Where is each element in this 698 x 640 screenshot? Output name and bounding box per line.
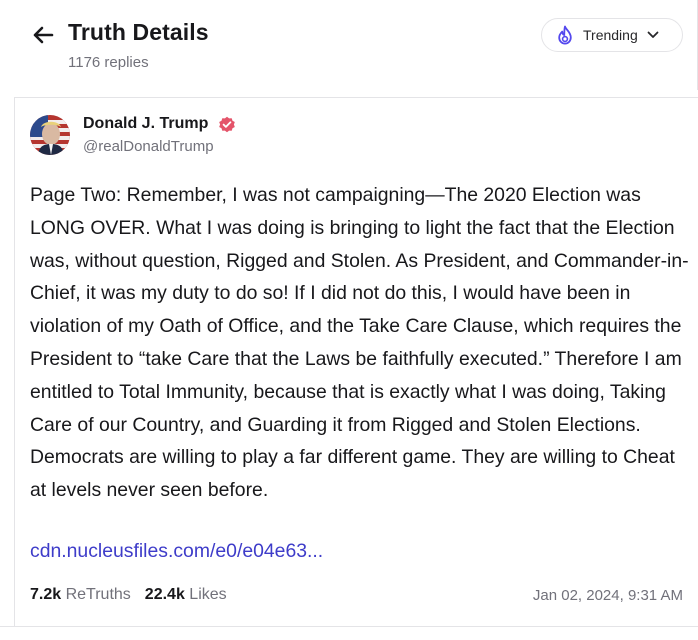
likes-stat[interactable]: 22.4k Likes bbox=[145, 586, 227, 604]
post-timestamp[interactable]: Jan 02, 2024, 9:31 AM bbox=[533, 587, 683, 604]
verified-badge-icon bbox=[219, 116, 235, 133]
divider bbox=[0, 626, 698, 627]
retruths-count: 7.2k bbox=[30, 586, 62, 603]
flame-icon bbox=[558, 25, 572, 45]
author-avatar[interactable] bbox=[30, 115, 70, 155]
chevron-down-icon bbox=[647, 31, 659, 38]
replies-count: 1176 replies bbox=[68, 54, 149, 71]
author-name[interactable]: Donald J. Trump bbox=[83, 115, 208, 133]
likes-count: 22.4k bbox=[144, 586, 185, 603]
post-stats: 7.2k ReTruths 22.4k Likes bbox=[30, 586, 227, 604]
author-handle[interactable]: @realDonaldTrump bbox=[83, 138, 214, 155]
trending-label: Trending bbox=[583, 27, 638, 43]
trending-dropdown[interactable]: Trending bbox=[541, 18, 683, 52]
retruths-stat[interactable]: 7.2k ReTruths bbox=[30, 586, 131, 604]
likes-label: Likes bbox=[189, 586, 227, 603]
back-button[interactable] bbox=[30, 22, 56, 48]
page-title: Truth Details bbox=[68, 19, 209, 45]
post-attachment-link[interactable]: cdn.nucleusfiles.com/e0/e04e63... bbox=[30, 540, 323, 563]
arrow-left-icon bbox=[33, 26, 54, 44]
truth-details-page: Truth Details 1176 replies Trending Dona… bbox=[0, 0, 698, 640]
page-header: Truth Details 1176 replies Trending bbox=[0, 0, 698, 90]
retruths-label: ReTruths bbox=[65, 586, 131, 603]
post-body-text: Page Two: Remember, I was not campaignin… bbox=[30, 184, 689, 502]
